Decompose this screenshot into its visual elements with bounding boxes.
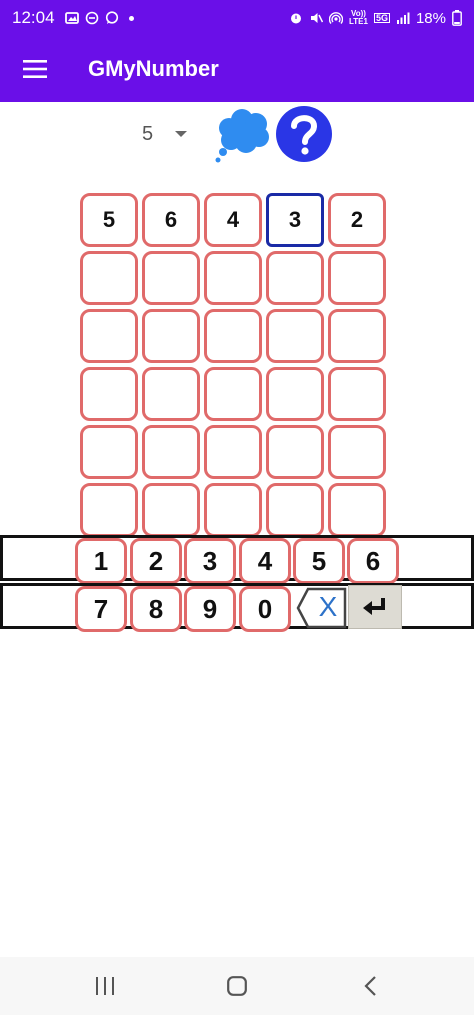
network-indicator: 5G xyxy=(373,13,390,23)
grid-cell[interactable] xyxy=(204,425,262,479)
battery-percent: 18% xyxy=(415,9,446,27)
key-4[interactable]: 4 xyxy=(239,538,291,584)
grid-cell[interactable] xyxy=(328,425,386,479)
enter-button[interactable] xyxy=(348,585,402,629)
grid-cell[interactable] xyxy=(328,251,386,305)
grid-cell[interactable] xyxy=(328,483,386,537)
back-chevron-icon xyxy=(364,976,376,996)
status-left: 12:04 xyxy=(12,8,134,28)
grid-cell[interactable] xyxy=(266,367,324,421)
grid-cell[interactable] xyxy=(142,367,200,421)
hamburger-menu-icon xyxy=(23,60,47,78)
thought-bubble-icon xyxy=(215,109,269,163)
system-nav-bar xyxy=(0,957,474,1015)
status-right: Vo)) LTE1 5G 18% xyxy=(289,10,462,27)
grid-cell[interactable] xyxy=(204,367,262,421)
grid-cell[interactable] xyxy=(266,309,324,363)
grid-cell[interactable] xyxy=(142,483,200,537)
back-button[interactable] xyxy=(330,957,410,1015)
grid-cell[interactable] xyxy=(266,483,324,537)
grid-cell[interactable] xyxy=(328,309,386,363)
recent-apps-icon xyxy=(96,977,114,995)
key-9[interactable]: 9 xyxy=(184,586,236,632)
grid-cell[interactable] xyxy=(142,425,200,479)
grid-cell[interactable] xyxy=(80,367,138,421)
guess-grid: 5 6 4 3 2 xyxy=(80,193,394,541)
menu-button[interactable] xyxy=(0,36,70,102)
grid-row xyxy=(80,483,394,537)
help-button[interactable] xyxy=(274,104,334,164)
grid-cell[interactable]: 4 xyxy=(204,193,262,247)
grid-cell[interactable] xyxy=(266,251,324,305)
app-bar: GMyNumber xyxy=(0,36,474,102)
whatsapp-notification-icon xyxy=(105,11,118,24)
grid-cell[interactable] xyxy=(80,309,138,363)
do-not-disturb-icon xyxy=(85,11,98,25)
key-2[interactable]: 2 xyxy=(130,538,182,584)
hint-button[interactable] xyxy=(213,106,273,164)
alarm-icon xyxy=(290,13,301,24)
number-length-select[interactable]: 5 xyxy=(130,114,202,154)
key-6[interactable]: 6 xyxy=(347,538,399,584)
question-mark-icon xyxy=(276,106,332,162)
grid-cell[interactable] xyxy=(80,251,138,305)
backspace-button[interactable]: X xyxy=(296,585,348,631)
key-1[interactable]: 1 xyxy=(75,538,127,584)
more-notifications-dot xyxy=(128,15,134,21)
status-bar: 12:04 Vo)) LTE1 5G 18% xyxy=(0,0,474,36)
signal-icon xyxy=(396,12,410,24)
home-button[interactable] xyxy=(197,957,277,1015)
grid-cell[interactable] xyxy=(80,483,138,537)
grid-cell-active[interactable]: 3 xyxy=(266,193,324,247)
home-icon xyxy=(227,976,247,996)
grid-cell[interactable]: 6 xyxy=(142,193,200,247)
dropdown-arrow-icon xyxy=(175,131,188,137)
key-8[interactable]: 8 xyxy=(130,586,182,632)
grid-cell[interactable] xyxy=(204,483,262,537)
grid-cell[interactable] xyxy=(204,309,262,363)
number-length-value: 5 xyxy=(142,122,154,145)
grid-cell[interactable]: 2 xyxy=(328,193,386,247)
grid-cell[interactable] xyxy=(204,251,262,305)
grid-cell[interactable] xyxy=(266,425,324,479)
battery-icon xyxy=(452,10,462,26)
keypad-row-2: 7 8 9 0 X xyxy=(0,583,474,632)
network-type-label: 5G xyxy=(373,13,390,23)
grid-cell[interactable] xyxy=(80,425,138,479)
keypad-row-1: 1 2 3 4 5 6 xyxy=(0,535,474,584)
recent-apps-button[interactable] xyxy=(65,957,145,1015)
hotspot-icon xyxy=(328,12,343,24)
grid-cell[interactable]: 5 xyxy=(80,193,138,247)
key-3[interactable]: 3 xyxy=(184,538,236,584)
key-7[interactable]: 7 xyxy=(75,586,127,632)
grid-row xyxy=(80,251,394,305)
gallery-notification-icon xyxy=(64,12,79,24)
enter-return-icon xyxy=(363,598,385,615)
key-5[interactable]: 5 xyxy=(293,538,345,584)
app-title: GMyNumber xyxy=(88,56,219,81)
status-time: 12:04 xyxy=(12,8,55,27)
grid-cell[interactable] xyxy=(142,309,200,363)
backspace-label: X xyxy=(318,591,338,622)
grid-row: 5 6 4 3 2 xyxy=(80,193,394,247)
volte-indicator: Vo)) LTE1 xyxy=(349,10,368,26)
grid-row xyxy=(80,309,394,363)
grid-row xyxy=(80,367,394,421)
grid-cell[interactable] xyxy=(142,251,200,305)
volte-label-bottom: LTE1 xyxy=(348,17,368,26)
key-0[interactable]: 0 xyxy=(239,586,291,632)
grid-cell[interactable] xyxy=(328,367,386,421)
mute-icon xyxy=(310,13,323,23)
grid-row xyxy=(80,425,394,479)
